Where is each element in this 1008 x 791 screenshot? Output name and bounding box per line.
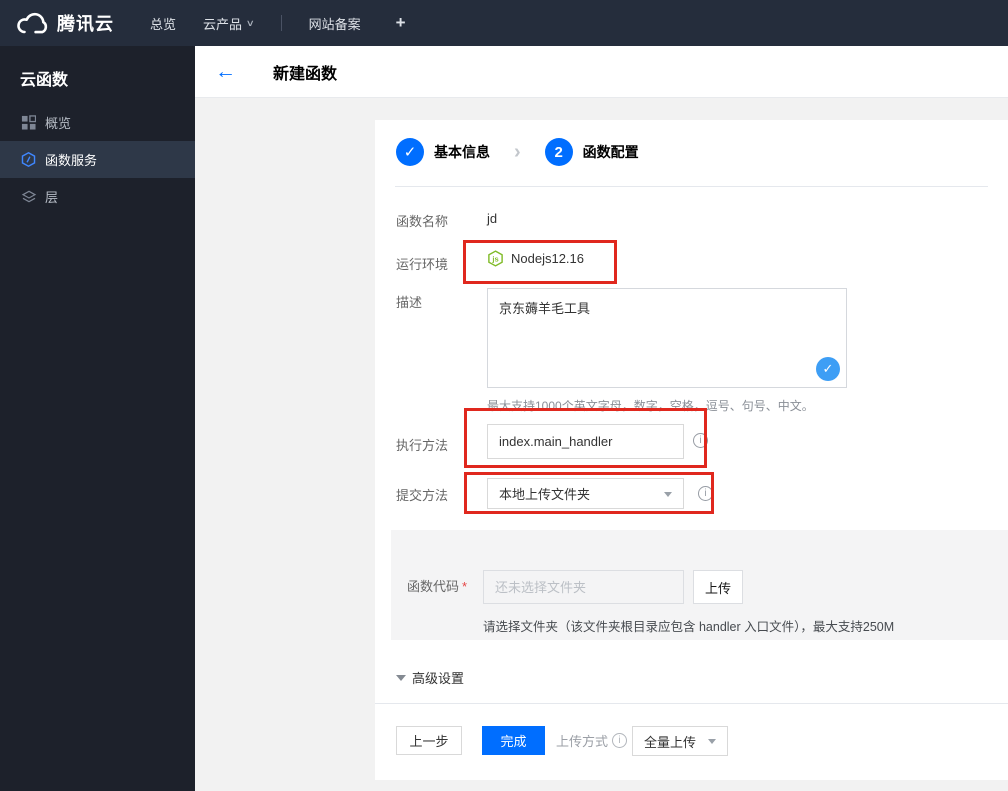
caret-down-icon [664, 491, 672, 497]
page-header: ← 新建函数 [195, 46, 1008, 98]
sidebar-item-label: 层 [45, 190, 59, 205]
footer-divider [375, 703, 1008, 704]
sidebar-item-function-service[interactable]: 函数服务 [0, 141, 195, 178]
advanced-settings-label: 高级设置 [412, 671, 465, 686]
step-label: 基本信息 [434, 144, 490, 160]
function-name-value: jd [487, 211, 498, 226]
previous-step-button[interactable]: 上一步 [396, 726, 462, 755]
grid-icon [20, 114, 37, 131]
topnav-products-label: 云产品 [203, 16, 243, 32]
sidebar-item-layers[interactable]: 层 [0, 178, 195, 215]
wizard-steps: ✓ 基本信息 › 2 函数配置 [396, 138, 639, 166]
upload-mode-label: 上传方式 [556, 734, 609, 749]
topnav-products[interactable]: 云产品 ∨ [203, 14, 255, 33]
required-asterisk: * [462, 579, 468, 594]
function-hexagon-icon [20, 151, 37, 168]
nodejs-hexagon-icon: js [487, 250, 504, 267]
add-tab-button[interactable]: + [396, 13, 406, 33]
sidebar-item-label: 概览 [45, 116, 72, 131]
runtime-value-row: js Nodejs12.16 [487, 250, 584, 267]
step-done-check-icon: ✓ [396, 138, 424, 166]
brand-name: 腾讯云 [57, 14, 114, 34]
topnav-divider [280, 15, 282, 31]
svg-text:js: js [491, 254, 498, 263]
description-label: 描述 [396, 295, 423, 310]
finish-button[interactable]: 完成 [482, 726, 545, 755]
submit-method-select[interactable]: 本地上传文件夹 [487, 478, 684, 509]
topnav-overview[interactable]: 总览 [150, 14, 176, 33]
function-code-section: 函数代码* 上传 请选择文件夹（该文件夹根目录应包含 handler 入口文件）… [391, 530, 1008, 640]
step-number-badge: 2 [544, 138, 573, 166]
submit-method-info-icon[interactable]: i [698, 486, 713, 501]
handler-input[interactable] [487, 424, 684, 459]
topbar: 腾讯云 总览 云产品 ∨ 网站备案 + [0, 0, 1008, 46]
page-title: 新建函数 [273, 65, 338, 83]
submit-method-value: 本地上传文件夹 [499, 487, 591, 502]
function-code-label: 函数代码 * [407, 576, 467, 595]
layers-icon [20, 188, 37, 205]
topnav: 总览 云产品 ∨ 网站备案 + [150, 13, 406, 33]
handler-label: 执行方法 [396, 438, 449, 453]
function-code-hint: 请选择文件夹（该文件夹根目录应包含 handler 入口文件），最大支持250M [483, 620, 895, 634]
caret-down-icon [708, 739, 716, 744]
steps-divider [395, 186, 988, 187]
handler-info-icon[interactable]: i [693, 433, 708, 448]
function-code-label-text: 函数代码 [407, 579, 460, 594]
folder-status-input [483, 570, 684, 604]
step-label: 函数配置 [582, 144, 639, 160]
upload-mode-info-icon[interactable]: i [612, 733, 628, 748]
upload-mode-select[interactable]: 全量上传 [632, 726, 728, 756]
chevron-right-icon: › [514, 140, 521, 163]
description-field-wrap: 京东薅羊毛工具 ✓ [487, 288, 847, 388]
upload-mode-value: 全量上传 [644, 734, 697, 750]
sidebar-title: 云函数 [20, 72, 69, 89]
submit-method-label: 提交方法 [396, 488, 449, 503]
runtime-value: Nodejs12.16 [511, 251, 584, 266]
back-arrow-icon[interactable]: ← [215, 61, 236, 82]
upload-button[interactable]: 上传 [693, 570, 743, 604]
description-textarea[interactable]: 京东薅羊毛工具 [487, 288, 847, 388]
tencent-cloud-logo[interactable]: 腾讯云 [14, 10, 114, 36]
topnav-icp[interactable]: 网站备案 [309, 14, 361, 33]
step-basic-info[interactable]: ✓ 基本信息 [396, 138, 490, 166]
description-hint: 最大支持1000个英文字母，数字，空格，逗号、句号、中文。 [487, 399, 814, 413]
caret-down-icon [396, 674, 406, 681]
function-name-label: 函数名称 [396, 214, 449, 229]
cloud-logo-icon [14, 12, 48, 35]
runtime-label: 运行环境 [396, 257, 449, 272]
create-function-card: ✓ 基本信息 › 2 函数配置 函数名称 jd 运行环境 js Nodejs12… [375, 120, 1008, 780]
valid-check-icon: ✓ [816, 357, 840, 381]
sidebar: 云函数 概览 函数服务 层 [0, 46, 195, 791]
sidebar-item-label: 函数服务 [45, 153, 98, 168]
step-function-config[interactable]: 2 函数配置 [544, 138, 639, 166]
app-viewport: 腾讯云 总览 云产品 ∨ 网站备案 + 云函数 概览 函数服务 层 ← 新建函数… [0, 0, 1008, 791]
chevron-down-icon: ∨ [245, 17, 255, 28]
upload-mode-label-row: 上传方式 i [556, 726, 628, 755]
sidebar-item-overview[interactable]: 概览 [0, 104, 195, 141]
advanced-settings-toggle[interactable]: 高级设置 [396, 668, 464, 687]
